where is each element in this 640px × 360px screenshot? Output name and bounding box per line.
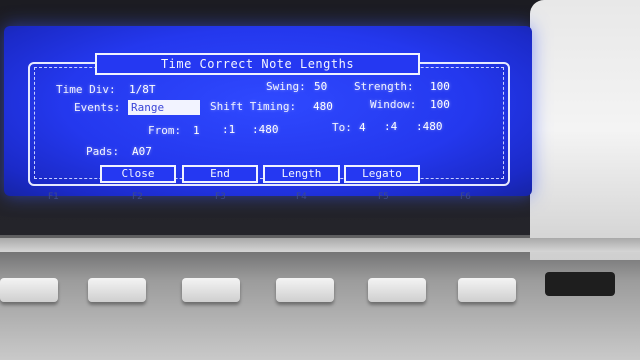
from-tick-field[interactable]: :480 <box>252 123 279 136</box>
shift-timing-label: Shift Timing: <box>210 100 297 113</box>
strength-field[interactable]: 100 <box>430 80 450 93</box>
swing-label: Swing: <box>266 80 306 93</box>
events-label: Events: <box>74 101 121 114</box>
time-div-label: Time Div: <box>56 83 116 96</box>
pads-label: Pads: <box>86 145 120 158</box>
legato-button[interactable]: Legato <box>344 165 420 183</box>
from-label: From: <box>148 124 182 137</box>
window-label: Window: <box>370 98 417 111</box>
to-tick-field[interactable]: :480 <box>416 120 443 133</box>
to-bar-field[interactable]: 4 <box>359 121 366 134</box>
f1-label: F1 <box>48 192 59 202</box>
length-button[interactable]: Length <box>263 165 340 183</box>
end-button[interactable]: End <box>182 165 258 183</box>
from-bar-field[interactable]: 1 <box>193 124 200 137</box>
device-side-panel <box>530 0 640 260</box>
swing-field[interactable]: 50 <box>314 80 327 93</box>
f4-hardware-button[interactable] <box>276 278 334 302</box>
f5-hardware-button[interactable] <box>368 278 426 302</box>
pads-field[interactable]: A07 <box>132 145 152 158</box>
to-label: To: <box>332 121 352 134</box>
time-div-field[interactable]: 1/8T <box>129 83 156 96</box>
f5-label: F5 <box>378 192 389 202</box>
f3-hardware-button[interactable] <box>182 278 240 302</box>
f3-label: F3 <box>215 192 226 202</box>
f1-hardware-button[interactable] <box>0 278 58 302</box>
close-button[interactable]: Close <box>100 165 176 183</box>
strength-label: Strength: <box>354 80 414 93</box>
f2-label: F2 <box>132 192 143 202</box>
f4-label: F4 <box>296 192 307 202</box>
shift-timing-field[interactable]: 480 <box>313 100 333 113</box>
f6-hardware-button[interactable] <box>458 278 516 302</box>
to-beat-field[interactable]: :4 <box>384 120 397 133</box>
device-strip <box>0 238 640 252</box>
from-beat-field[interactable]: :1 <box>222 123 235 136</box>
f6-label: F6 <box>460 192 471 202</box>
window-hardware-button[interactable] <box>545 272 615 296</box>
events-field[interactable]: Range <box>128 100 200 115</box>
f2-hardware-button[interactable] <box>88 278 146 302</box>
window-field[interactable]: 100 <box>430 98 450 111</box>
dialog-title: Time Correct Note Lengths <box>95 53 420 75</box>
